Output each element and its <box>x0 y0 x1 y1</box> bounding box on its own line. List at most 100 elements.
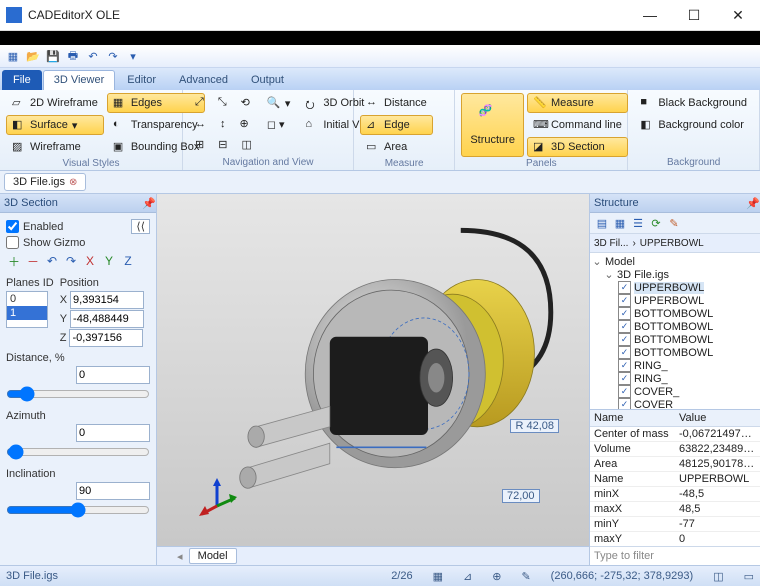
tree-node-item[interactable]: ✓BOTTOMBOWL <box>590 346 760 359</box>
prop-row[interactable]: minY-77 <box>590 517 760 532</box>
input-z[interactable] <box>69 329 143 347</box>
tree-node-item[interactable]: ✓UPPERBOWL <box>590 294 760 307</box>
input-inclination[interactable] <box>76 482 150 500</box>
input-x[interactable] <box>70 291 144 309</box>
input-azimuth[interactable] <box>76 424 150 442</box>
prop-row[interactable]: Center of mass-0,067214975... <box>590 427 760 442</box>
btn-3d-section-panel[interactable]: ◪3D Section <box>527 137 628 157</box>
nav-btn-2[interactable]: ⤡ <box>212 93 233 112</box>
prop-row[interactable]: minX-48,5 <box>590 487 760 502</box>
qat-new-icon[interactable]: ▦ <box>4 47 22 65</box>
nav-btn-4[interactable]: ↔ <box>189 114 212 133</box>
tree-tool-3[interactable]: ☰ <box>630 215 646 231</box>
3d-viewport[interactable]: 72,00 R 42,08 <box>157 194 589 546</box>
btn-background-color[interactable]: ◧Background color <box>634 115 753 135</box>
btn-area[interactable]: ▭Area <box>360 137 433 157</box>
tool-add-plane[interactable]: ＋ <box>6 253 22 269</box>
slider-inclination[interactable] <box>6 502 150 518</box>
qat-open-icon[interactable]: 📂 <box>24 47 42 65</box>
close-tab-icon[interactable]: ⊗ <box>69 177 77 188</box>
status-tool-3[interactable]: ⊕ <box>492 570 501 583</box>
nav-btn-1[interactable]: ⤢ <box>189 93 210 112</box>
nav-btn-6[interactable]: ⊕ <box>234 114 255 133</box>
maximize-button[interactable]: ☐ <box>672 0 716 30</box>
tree-node-item[interactable]: ✓COVER_ <box>590 398 760 409</box>
btn-structure-big[interactable]: 🧬Structure <box>461 93 524 157</box>
qat-redo-icon[interactable]: ↷ <box>104 47 122 65</box>
tree-node-item[interactable]: ✓RING_ <box>590 372 760 385</box>
tab-advanced[interactable]: Advanced <box>168 70 239 90</box>
qat-dropdown-icon[interactable]: ▾ <box>124 47 142 65</box>
nav-btn-3[interactable]: ⟲ <box>235 93 256 112</box>
model-space-tab[interactable]: Model <box>189 548 237 564</box>
btn-distance[interactable]: ↔Distance <box>360 93 433 113</box>
prop-row[interactable]: maxX48,5 <box>590 502 760 517</box>
btn-zoom[interactable]: 🔍▾ <box>261 93 297 113</box>
prop-row[interactable]: Area48125,901789... <box>590 457 760 472</box>
tree-node-item[interactable]: ✓RING_ <box>590 359 760 372</box>
btn-more-nav[interactable]: ◻ ▾ <box>261 115 297 134</box>
status-tool-6[interactable]: ▭ <box>744 570 754 583</box>
pin-icon-right[interactable]: 📌 <box>746 197 756 210</box>
slider-distance[interactable] <box>6 386 150 402</box>
btn-wireframe[interactable]: ▨Wireframe <box>6 137 104 157</box>
tool-remove-plane[interactable]: － <box>25 253 41 269</box>
nav-btn-8[interactable]: ⊟ <box>212 135 233 154</box>
slider-azimuth[interactable] <box>6 444 150 460</box>
section-icon: ◪ <box>533 140 547 154</box>
chk-show-gizmo[interactable] <box>6 236 19 249</box>
tree-node-item[interactable]: ✓BOTTOMBOWL <box>590 307 760 320</box>
tab-file[interactable]: File <box>2 70 42 90</box>
planes-list[interactable]: 0 1 <box>6 291 48 328</box>
btn-command-line[interactable]: ⌨Command line <box>527 115 628 135</box>
tree-node-item[interactable]: ✓COVER_ <box>590 385 760 398</box>
qat-print-icon[interactable]: 🖶 <box>64 47 82 65</box>
tree-node-file[interactable]: ⌄3D File.igs <box>590 268 760 281</box>
prop-row[interactable]: Volume63822,234894... <box>590 442 760 457</box>
btn-surface[interactable]: ◧Surface ▾ <box>6 115 104 135</box>
tree-node-item[interactable]: ✓BOTTOMBOWL <box>590 333 760 346</box>
minimize-button[interactable]: — <box>628 0 672 30</box>
nav-btn-7[interactable]: ⊞ <box>189 135 210 154</box>
tool-x-plane[interactable]: X <box>82 253 98 269</box>
btn-2d-wireframe[interactable]: ▱2D Wireframe <box>6 93 104 113</box>
prop-row[interactable]: NameUPPERBOWL <box>590 472 760 487</box>
tree-node-model[interactable]: ⌄Model <box>590 255 760 268</box>
tree-tool-4[interactable]: ⟳ <box>648 215 664 231</box>
status-tool-5[interactable]: ◫ <box>713 570 723 583</box>
close-button[interactable]: ✕ <box>716 0 760 30</box>
tree-node-item[interactable]: ✓UPPERBOWL <box>590 281 760 294</box>
btn-edge[interactable]: ⊿Edge <box>360 115 433 135</box>
tree-tool-2[interactable]: ▦ <box>612 215 628 231</box>
input-y[interactable] <box>70 310 144 328</box>
status-tool-1[interactable]: ▦ <box>433 570 443 583</box>
tool-y-plane[interactable]: Y <box>101 253 117 269</box>
tool-undo[interactable]: ↶ <box>44 253 60 269</box>
status-tool-2[interactable]: ⊿ <box>463 570 472 583</box>
status-tool-4[interactable]: ✎ <box>521 570 530 583</box>
transparency-icon: ◐ <box>113 118 127 132</box>
tree-node-item[interactable]: ✓BOTTOMBOWL <box>590 320 760 333</box>
prop-row[interactable]: maxY0 <box>590 532 760 546</box>
tab-3d-viewer[interactable]: 3D Viewer <box>43 70 116 90</box>
input-distance[interactable] <box>76 366 150 384</box>
btn-black-background[interactable]: ■Black Background <box>634 93 753 113</box>
structure-breadcrumb[interactable]: 3D Fil...›UPPERBOWL <box>590 234 760 253</box>
btn-reset-section[interactable]: ⟨⟨ <box>131 219 150 234</box>
qat-undo-icon[interactable]: ↶ <box>84 47 102 65</box>
pin-icon[interactable]: 📌 <box>142 197 152 210</box>
chk-enabled[interactable] <box>6 220 19 233</box>
btn-measure-panel[interactable]: 📏Measure <box>527 93 628 113</box>
qat-save-icon[interactable]: 💾 <box>44 47 62 65</box>
tree-tool-5[interactable]: ✎ <box>666 215 682 231</box>
tab-output[interactable]: Output <box>240 70 295 90</box>
tree-tool-1[interactable]: ▤ <box>594 215 610 231</box>
tool-z-plane[interactable]: Z <box>120 253 136 269</box>
document-tab[interactable]: 3D File.igs⊗ <box>4 173 86 191</box>
tool-redo[interactable]: ↷ <box>63 253 79 269</box>
nav-btn-9[interactable]: ◫ <box>235 135 257 154</box>
tab-editor[interactable]: Editor <box>116 70 167 90</box>
nav-btn-5[interactable]: ↕ <box>214 114 232 133</box>
filter-input[interactable]: Type to filter <box>590 546 760 565</box>
home-view-icon: ⌂ <box>305 118 319 132</box>
